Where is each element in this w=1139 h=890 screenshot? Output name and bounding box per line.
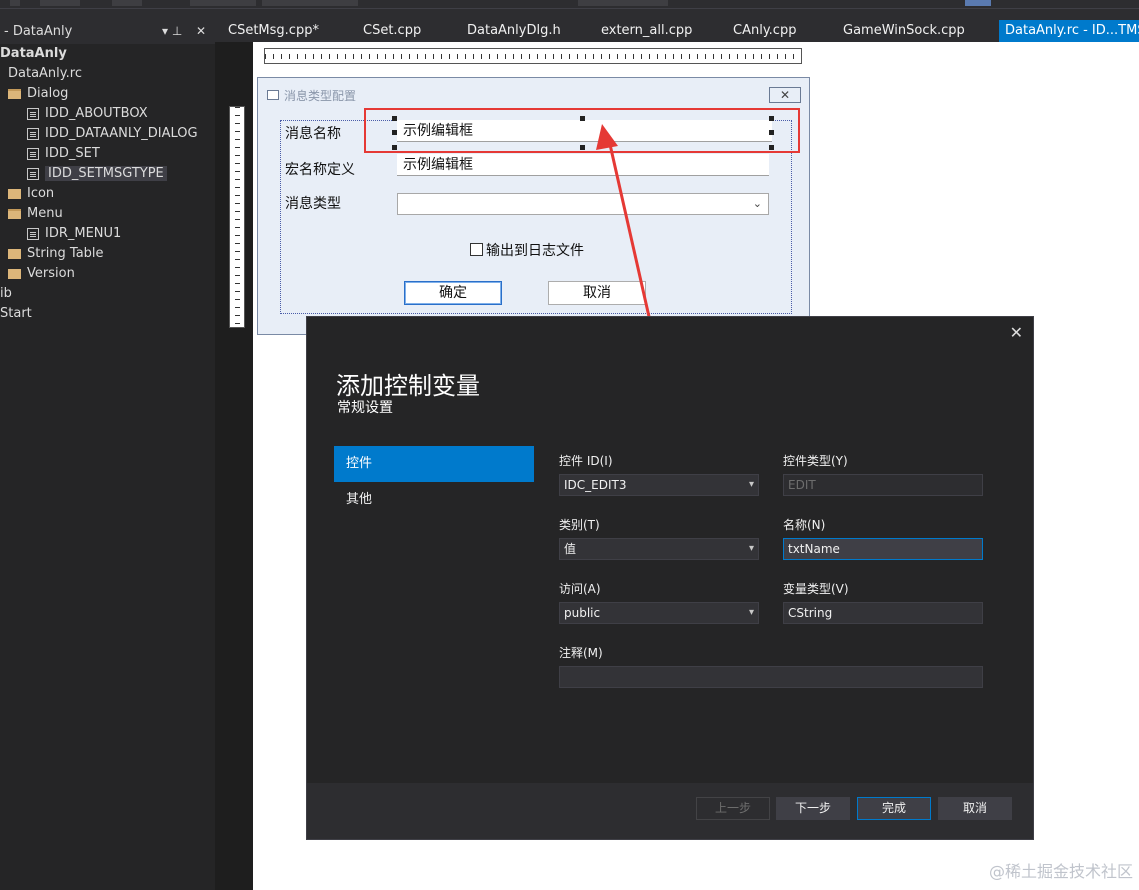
comment-input[interactable] bbox=[559, 666, 983, 688]
control-type-label: 控件类型(Y) bbox=[783, 454, 848, 468]
wizard-footer: 上一步 下一步 完成 取消 bbox=[307, 783, 1033, 839]
annotation-arrow-head bbox=[596, 124, 618, 150]
watermark: @稀土掘金技术社区 bbox=[988, 862, 1133, 881]
category-select[interactable]: 值 ▾ bbox=[559, 538, 759, 560]
control-id-value: IDC_EDIT3 bbox=[564, 478, 627, 492]
access-select[interactable]: public ▾ bbox=[559, 602, 759, 624]
nav-item-control[interactable]: 控件 bbox=[334, 446, 534, 482]
control-id-label: 控件 ID(I) bbox=[559, 454, 613, 468]
name-label: 名称(N) bbox=[783, 518, 826, 532]
add-control-variable-dialog: ✕ 添加控制变量 常规设置 控件 其他 控件 ID(I) IDC_EDIT3 ▾… bbox=[306, 316, 1034, 840]
finish-button[interactable]: 完成 bbox=[857, 797, 931, 820]
close-icon[interactable]: ✕ bbox=[1010, 323, 1023, 342]
access-label: 访问(A) bbox=[559, 582, 601, 596]
access-value: public bbox=[564, 606, 601, 620]
control-id-select[interactable]: IDC_EDIT3 ▾ bbox=[559, 474, 759, 496]
wizard-subtitle: 常规设置 bbox=[337, 400, 393, 416]
category-label: 类别(T) bbox=[559, 518, 600, 532]
next-button[interactable]: 下一步 bbox=[776, 797, 850, 820]
variable-type-label: 变量类型(V) bbox=[783, 582, 849, 596]
chevron-down-icon: ▾ bbox=[748, 543, 754, 554]
chevron-down-icon: ▾ bbox=[748, 607, 754, 618]
nav-item-other[interactable]: 其他 bbox=[334, 482, 534, 518]
wizard-cancel-button[interactable]: 取消 bbox=[938, 797, 1012, 820]
comment-label: 注释(M) bbox=[559, 646, 603, 660]
variable-type-input[interactable]: CString bbox=[783, 602, 983, 624]
wizard-title: 添加控制变量 bbox=[336, 372, 480, 400]
control-type-field: EDIT bbox=[783, 474, 983, 496]
chevron-down-icon: ▾ bbox=[748, 479, 754, 490]
category-value: 值 bbox=[564, 542, 577, 556]
prev-button[interactable]: 上一步 bbox=[696, 797, 770, 820]
name-input[interactable]: txtName bbox=[783, 538, 983, 560]
